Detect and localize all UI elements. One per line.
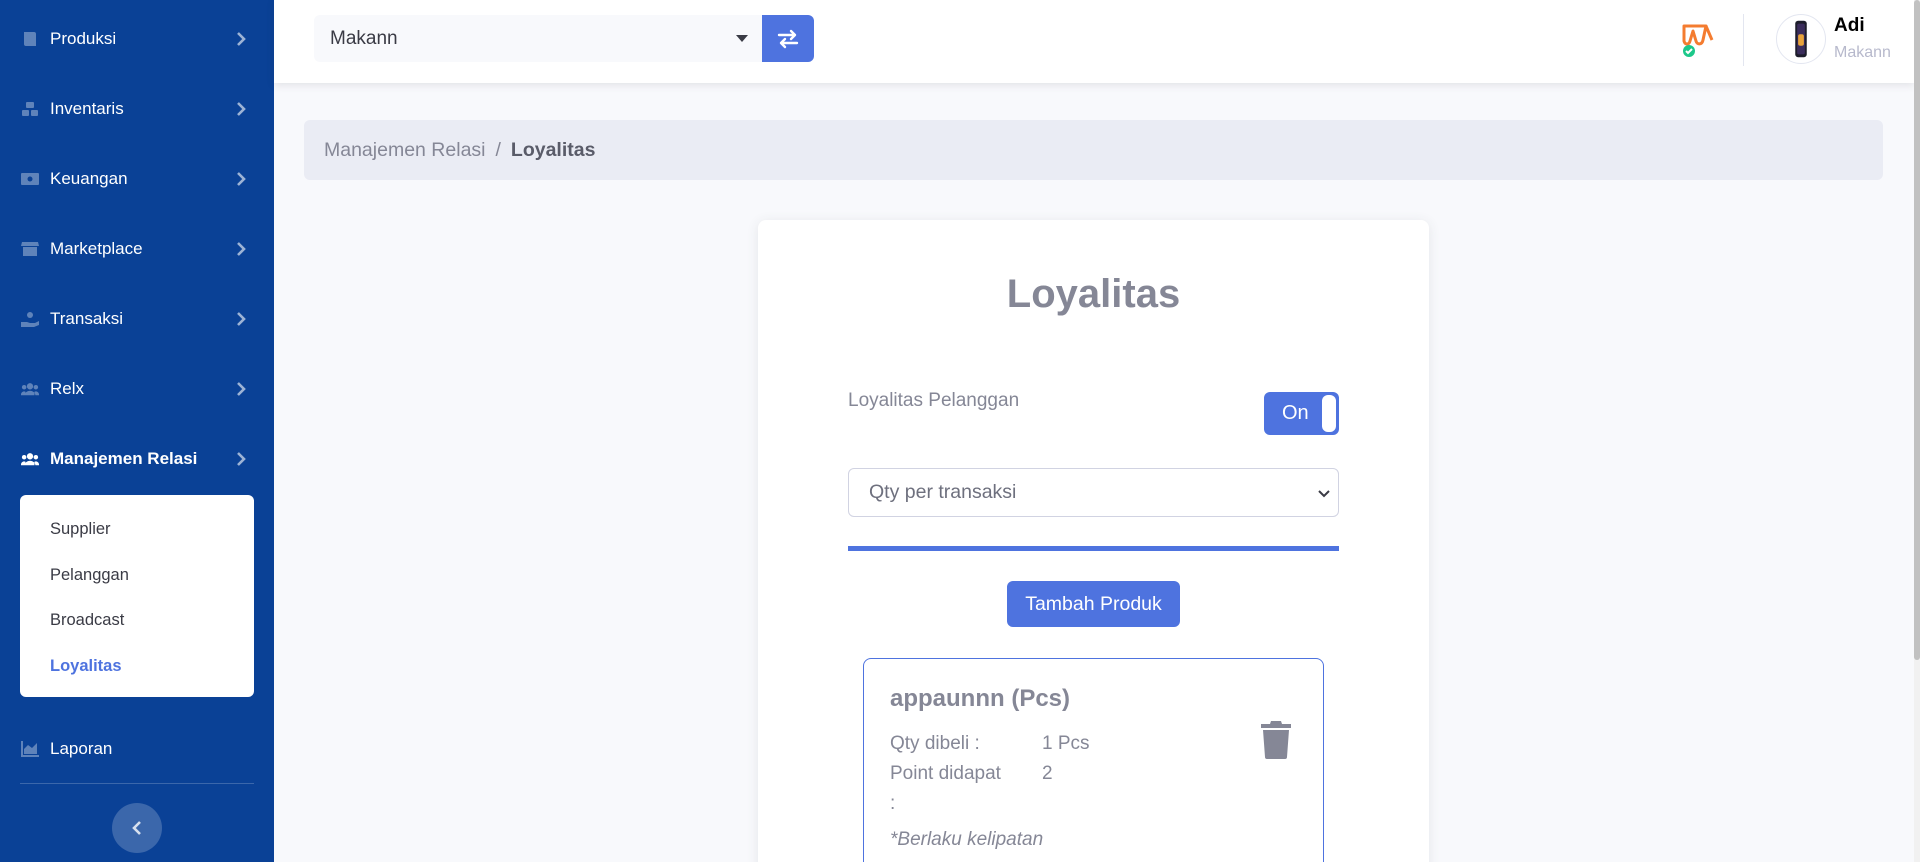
sidebar-item-label: Laporan	[50, 739, 113, 758]
toggle-knob	[1322, 395, 1336, 432]
sidebar-item-manajemen-relasi[interactable]: Manajemen Relasi	[0, 424, 274, 494]
sidebar-item-keuangan[interactable]: Keuangan	[0, 144, 274, 214]
point-label: Point didapat	[890, 763, 1001, 784]
chevron-right-icon	[226, 102, 256, 116]
book-icon	[20, 30, 40, 48]
topbar-divider	[1743, 14, 1744, 66]
page-scrollbar[interactable]	[1914, 0, 1920, 862]
chevron-right-icon	[226, 32, 256, 46]
sidebar-toggle-button[interactable]	[112, 803, 162, 853]
breadcrumb: Manajemen Relasi / Loyalitas	[304, 120, 1883, 180]
sidebar-item-label: Inventaris	[50, 99, 124, 118]
user-name[interactable]: Adi	[1834, 15, 1865, 37]
sidebar-item-transaksi[interactable]: Transaksi	[0, 284, 274, 354]
money-bill-icon	[20, 170, 40, 188]
brand-logo-icon[interactable]	[1680, 20, 1716, 58]
users-icon	[20, 380, 40, 398]
chevron-right-icon	[226, 312, 256, 326]
scrollbar-thumb[interactable]	[1914, 0, 1920, 660]
loyalty-type-value: Qty per transaksi	[869, 481, 1017, 503]
loyalty-toggle[interactable]: On	[1264, 392, 1339, 435]
phone-image	[1795, 20, 1807, 58]
breadcrumb-link-manajemen-relasi[interactable]: Manajemen Relasi	[324, 139, 486, 162]
sidebar-item-label: Relx	[50, 379, 85, 398]
sidebar-item-label: Manajemen Relasi	[50, 449, 198, 468]
toggle-state-label: On	[1282, 402, 1309, 424]
sidebar: Produksi Inventaris Keuangan Marketplace…	[0, 0, 274, 862]
sidebar-divider	[20, 783, 254, 784]
submenu-item-supplier[interactable]: Supplier	[20, 507, 254, 553]
caret-down-icon	[736, 35, 748, 42]
qty-label: Qty dibeli :	[890, 733, 980, 754]
switch-store-button[interactable]	[762, 15, 814, 62]
point-label-colon: :	[890, 793, 896, 814]
topbar: Makann Adi Makann	[274, 0, 1914, 83]
users-icon	[20, 450, 40, 468]
multiplier-note: *Berlaku kelipatan	[890, 829, 1044, 850]
sidebar-item-label: Keuangan	[50, 169, 128, 188]
qty-value: 1 Pcs	[1042, 733, 1090, 754]
sidebar-item-marketplace[interactable]: Marketplace	[0, 214, 274, 284]
breadcrumb-separator: /	[495, 138, 501, 161]
exchange-icon	[777, 29, 799, 48]
hand-holding-icon	[20, 310, 40, 328]
point-value: 2	[1042, 763, 1053, 784]
sidebar-item-laporan[interactable]: Laporan	[0, 714, 274, 784]
sidebar-item-relx[interactable]: Relx	[0, 354, 274, 424]
sidebar-item-inventaris[interactable]: Inventaris	[0, 74, 274, 144]
store-icon	[20, 240, 40, 258]
store-select[interactable]: Makann	[314, 15, 764, 62]
add-product-button[interactable]: Tambah Produk	[1007, 581, 1180, 627]
chevron-right-icon	[226, 452, 256, 466]
chevron-right-icon	[226, 242, 256, 256]
avatar[interactable]	[1776, 14, 1826, 64]
trash-icon	[1261, 721, 1291, 759]
submenu-item-pelanggan[interactable]: Pelanggan	[20, 553, 254, 599]
loyalty-toggle-label: Loyalitas Pelanggan	[848, 390, 1020, 411]
chevron-right-icon	[226, 172, 256, 186]
sidebar-item-produksi[interactable]: Produksi	[0, 4, 274, 74]
loyalty-type-select[interactable]: Qty per transaksi	[848, 468, 1339, 517]
store-select-value: Makann	[330, 27, 398, 49]
submenu-item-loyalitas[interactable]: Loyalitas	[20, 644, 254, 690]
page-title: Loyalitas	[1006, 272, 1181, 316]
user-store: Makann	[1834, 44, 1891, 61]
product-item: appaunnn (Pcs) Qty dibeli : 1 Pcs Point …	[863, 658, 1324, 862]
product-name: appaunnn (Pcs)	[890, 685, 1071, 712]
chevron-right-icon	[226, 382, 256, 396]
chart-area-icon	[20, 740, 40, 758]
submenu-manajemen-relasi: Supplier Pelanggan Broadcast Loyalitas	[20, 495, 254, 697]
loyalty-card: Loyalitas Loyalitas Pelanggan On Qty per…	[758, 220, 1429, 862]
sidebar-item-label: Transaksi	[50, 309, 124, 328]
sidebar-item-label: Produksi	[50, 29, 117, 48]
delete-product-button[interactable]	[1260, 721, 1292, 759]
chevron-down-icon	[1318, 490, 1330, 498]
section-divider	[848, 546, 1339, 551]
sidebar-item-label: Marketplace	[50, 239, 143, 258]
chevron-left-icon	[132, 821, 141, 835]
breadcrumb-current: Loyalitas	[510, 138, 596, 161]
boxes-icon	[20, 100, 40, 118]
submenu-item-broadcast[interactable]: Broadcast	[20, 598, 254, 644]
